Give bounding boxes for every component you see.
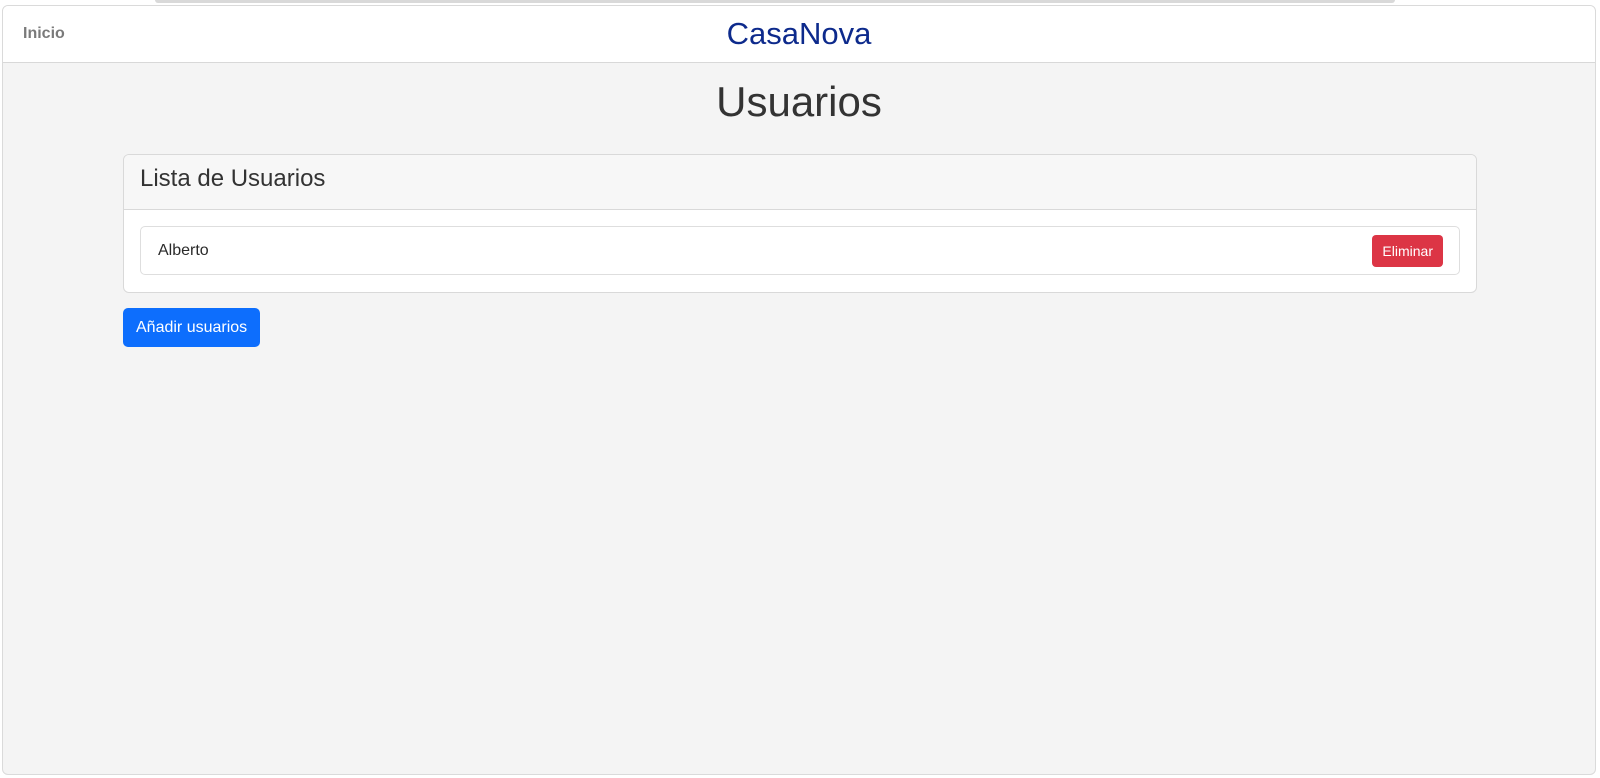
card-header: Lista de Usuarios xyxy=(124,155,1476,210)
browser-top-edge xyxy=(155,0,1395,3)
page-title: Usuarios xyxy=(716,78,882,125)
users-card: Lista de Usuarios Alberto Eliminar xyxy=(123,154,1477,293)
user-list-item: Alberto Eliminar xyxy=(140,226,1460,275)
card-title: Lista de Usuarios xyxy=(140,165,326,192)
navbar: Inicio CasaNova xyxy=(3,6,1595,63)
app-window: Inicio CasaNova Usuarios Lista de Usuari… xyxy=(2,5,1596,775)
delete-user-button[interactable]: Eliminar xyxy=(1372,235,1443,267)
user-name: Alberto xyxy=(158,242,209,259)
add-users-button[interactable]: Añadir usuarios xyxy=(123,308,261,347)
brand-title: CasaNova xyxy=(726,16,872,51)
